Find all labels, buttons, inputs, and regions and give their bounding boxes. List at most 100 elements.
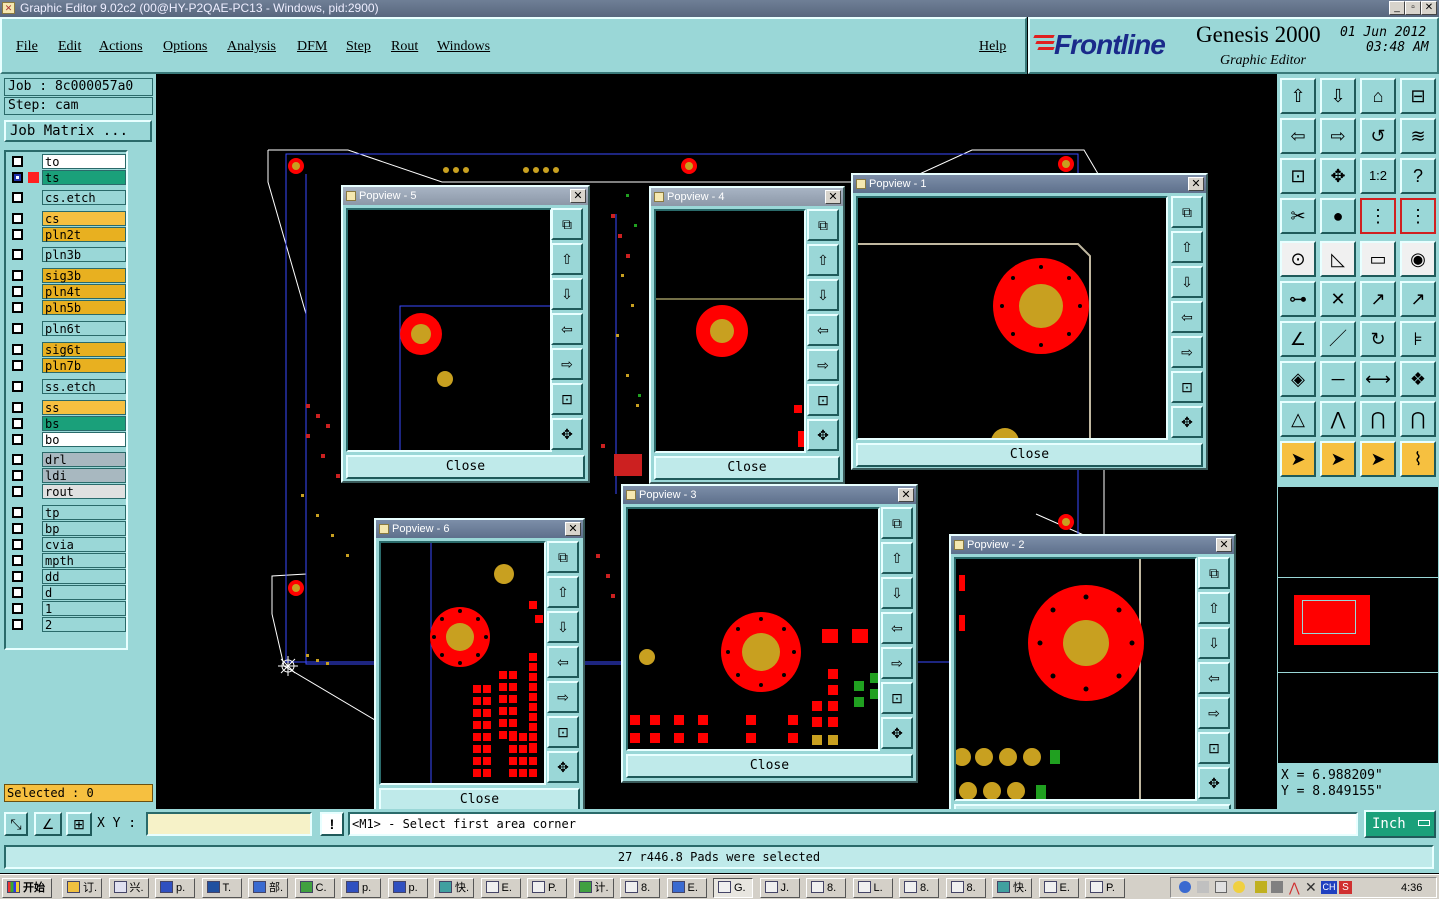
popview-3-close-button[interactable]: Close (626, 754, 913, 778)
layer-row[interactable]: pln3b (8, 247, 128, 262)
select-feature-icon[interactable]: ⊙ (1280, 241, 1316, 277)
highlight-icon[interactable]: ◉ (1400, 241, 1436, 277)
layer-checkbox[interactable] (12, 539, 23, 550)
popview-6[interactable]: Popview - 6 ✕ ⧉ ⇧ ⇩ ⇦ ⇨ ⊡ ✥ Close (374, 518, 585, 817)
layer-row[interactable]: cvia (8, 537, 128, 552)
layer-checkbox[interactable] (12, 507, 23, 518)
overview-map[interactable] (1277, 486, 1439, 764)
layer-row[interactable]: pln2t (8, 227, 128, 242)
layer-checkbox[interactable] (12, 470, 23, 481)
zoom-ratio-icon[interactable]: 1:2 (1360, 158, 1396, 194)
popview-2[interactable]: Popview - 2 ✕ ⧉⇧⇩⇦⇨⊡✥ Close (949, 534, 1236, 833)
zoom-home-icon[interactable]: ✥ (1198, 767, 1230, 799)
arch-tool-icon[interactable]: ⋂ (1360, 401, 1396, 437)
layer-name[interactable]: pln2t (42, 227, 126, 242)
layer-name[interactable]: sig6t (42, 342, 126, 357)
snap-icon[interactable]: ⤡ (4, 812, 28, 836)
snap-tools-icon[interactable]: ✂ (1280, 198, 1316, 234)
pan-up-icon[interactable]: ⇧ (1171, 231, 1203, 263)
layer-name[interactable]: pln7b (42, 358, 126, 373)
layer-name[interactable]: cvia (42, 537, 126, 552)
layer-row[interactable]: cs (8, 211, 128, 226)
layer-name[interactable]: 2 (42, 617, 126, 632)
taskbar-item[interactable]: P. (527, 878, 567, 898)
fit-view-icon[interactable]: ⊡ (1280, 158, 1316, 194)
menu-rout[interactable]: Rout (391, 39, 418, 55)
pan-right-icon[interactable]: ⇨ (881, 647, 913, 679)
layer-checkbox[interactable] (12, 286, 23, 297)
layer-name[interactable]: bo (42, 432, 126, 447)
taskbar-item[interactable]: 8. (806, 878, 846, 898)
copy-icon[interactable]: ↗ (1400, 281, 1436, 317)
taskbar-item[interactable]: p. (155, 878, 195, 898)
popview-1-title[interactable]: Popview - 1 (853, 175, 1206, 193)
pan-up-icon[interactable]: ⇧ (881, 542, 913, 574)
popview-4-canvas[interactable] (654, 209, 806, 453)
fit-icon[interactable]: ⊡ (551, 383, 583, 415)
zoom-window-icon[interactable]: ⧉ (1198, 557, 1230, 589)
layer-name[interactable]: cs (42, 211, 126, 226)
layer-checkbox[interactable] (12, 156, 23, 167)
pan-left-icon[interactable]: ⇦ (547, 646, 579, 678)
select-pointer-icon[interactable]: ➤ (1320, 441, 1356, 477)
layer-checkbox[interactable] (12, 172, 23, 183)
close-window-button[interactable]: ✕ (1421, 1, 1437, 15)
stretch-icon[interactable]: ⟷ (1360, 361, 1396, 397)
menu-analysis[interactable]: Analysis (227, 39, 276, 55)
taskbar-item[interactable]: 兴. (108, 878, 149, 898)
layer-name[interactable]: pln4t (42, 284, 126, 299)
popview-5-close-button[interactable]: Close (346, 455, 585, 479)
job-matrix-button[interactable]: Job Matrix ... (4, 120, 152, 142)
split-view-icon[interactable]: ⊟ (1400, 78, 1436, 114)
layer-row[interactable]: pln6t (8, 321, 128, 336)
pad-icon[interactable]: ● (1320, 198, 1356, 234)
taskbar-item[interactable]: C. (294, 878, 335, 898)
taskbar-item[interactable]: T. (201, 878, 242, 898)
layer-checkbox[interactable] (12, 523, 23, 534)
pad-tool-icon[interactable]: ◈ (1280, 361, 1316, 397)
popview-4-close-icon[interactable]: ✕ (825, 190, 841, 204)
arch-fill-icon[interactable]: ⋂ (1400, 401, 1436, 437)
layer-checkbox[interactable] (12, 323, 23, 334)
taskbar-item[interactable]: E. (1038, 878, 1079, 898)
menu-options[interactable]: Options (163, 39, 207, 55)
tray-icon[interactable]: ⋀ (1289, 880, 1300, 896)
layer-checkbox[interactable] (12, 381, 23, 392)
tray-icon[interactable] (1197, 881, 1209, 893)
taskbar-item[interactable]: E. (666, 878, 707, 898)
measure-icon[interactable]: ▭ (1360, 241, 1396, 277)
zoom-home-icon[interactable]: ✥ (551, 418, 583, 450)
pan-up-icon[interactable]: ⇧ (547, 576, 579, 608)
popview-3-canvas[interactable] (626, 507, 880, 751)
layer-checkbox[interactable] (12, 249, 23, 260)
minimize-button[interactable]: _ (1389, 1, 1405, 15)
ime-icon[interactable]: CH (1321, 881, 1337, 894)
taskbar-item[interactable]: 8. (899, 878, 939, 898)
xy-input[interactable] (146, 812, 312, 836)
taskbar-item[interactable]: 8. (620, 878, 660, 898)
pan-left-icon[interactable]: ⇦ (881, 612, 913, 644)
popview-4-title[interactable]: Popview - 4 (651, 188, 843, 206)
layer-checkbox[interactable] (12, 402, 23, 413)
layer-checkbox[interactable] (12, 360, 23, 371)
zoom-window-icon[interactable]: ⧉ (1171, 196, 1203, 228)
layer-name[interactable]: to (42, 154, 126, 169)
surface-icon[interactable]: ❖ (1400, 361, 1436, 397)
home-icon[interactable]: ⌂ (1360, 78, 1396, 114)
layer-checkbox[interactable] (12, 302, 23, 313)
move-icon[interactable]: ↗ (1360, 281, 1396, 317)
angle-tool-icon[interactable]: ∠ (1280, 321, 1316, 357)
layer-name[interactable]: rout (42, 484, 126, 499)
taskbar-item[interactable]: p. (341, 878, 381, 898)
layer-name[interactable]: 1 (42, 601, 126, 616)
layer-row[interactable]: pln4t (8, 284, 128, 299)
taskbar-item[interactable]: 计. (573, 878, 614, 898)
undo-zoom-icon[interactable]: ↺ (1360, 118, 1396, 154)
tray-icon[interactable] (1271, 881, 1283, 893)
layer-name[interactable]: ldi (42, 468, 126, 483)
tray-icon[interactable]: ✕ (1305, 879, 1317, 896)
popview-3-close-icon[interactable]: ✕ (898, 488, 914, 502)
pan-right-icon[interactable]: ⇨ (547, 681, 579, 713)
layer-checkbox[interactable] (12, 603, 23, 614)
layer-checkbox[interactable] (12, 434, 23, 445)
